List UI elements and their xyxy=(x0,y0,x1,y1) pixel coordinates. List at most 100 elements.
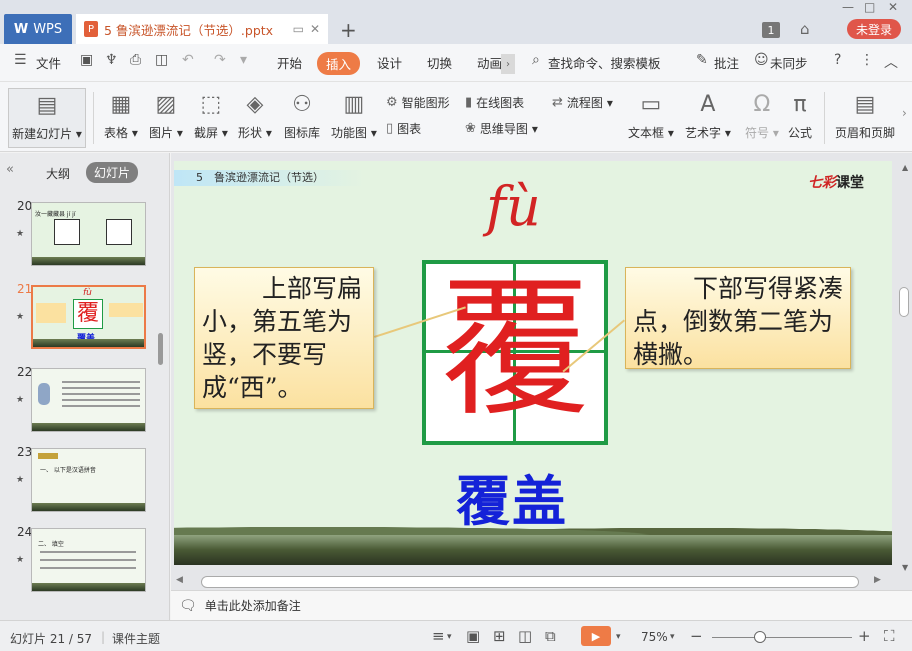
window-count-badge[interactable]: 1 xyxy=(762,22,780,38)
big-character: 覆 xyxy=(439,263,590,437)
chevron-down-icon[interactable]: ▾ xyxy=(670,632,675,642)
sync-status[interactable]: 未同步 xyxy=(770,53,808,72)
reading-view-icon[interactable]: ◫ xyxy=(518,627,532,645)
mind-map-button[interactable]: ❀ 思维导图 ▾ xyxy=(465,120,538,137)
chevron-down-icon[interactable]: ▾ xyxy=(447,632,452,642)
chevron-down-icon[interactable]: ▾ xyxy=(616,632,621,642)
chevron-right-icon[interactable]: › xyxy=(501,54,515,74)
play-slideshow-button[interactable]: ▶ xyxy=(581,626,611,646)
thumbnail-lines xyxy=(40,551,136,553)
format-painter-icon[interactable]: ♆ xyxy=(105,52,118,68)
more-quick-icon[interactable]: ▾ xyxy=(240,52,247,68)
tab-design[interactable]: 设计 xyxy=(377,53,402,72)
user-sync-icon[interactable]: ☺ xyxy=(754,52,769,68)
tab-insert[interactable]: 插入 xyxy=(317,52,361,75)
picture-button[interactable]: ▨ 图片 ▾ xyxy=(149,90,183,141)
search-icon[interactable]: ⌕ xyxy=(532,52,540,68)
online-chart-button[interactable]: ▮ 在线图表 xyxy=(465,94,524,111)
tab-animation[interactable]: 动画 xyxy=(477,53,502,72)
new-slide-label: 新建幻灯片 xyxy=(12,127,73,141)
flowchart-button[interactable]: ⇄ 流程图 ▾ xyxy=(552,94,613,111)
horizontal-scroll-thumb[interactable] xyxy=(201,576,859,588)
maximize-window-icon[interactable]: □ xyxy=(864,0,875,14)
restore-tab-icon[interactable]: ▭ xyxy=(293,22,304,36)
zoom-level[interactable]: 75% xyxy=(641,630,668,644)
function-graph-button[interactable]: ▥ 功能图 ▾ xyxy=(331,90,377,141)
thumbnail-scrollbar[interactable] xyxy=(158,333,163,365)
zoom-slider-handle[interactable] xyxy=(754,631,766,643)
presenter-view-icon[interactable]: ⧉ xyxy=(545,627,556,645)
thumbnail-image[interactable] xyxy=(31,368,146,432)
thumbnail-image[interactable]: 一、 以下是汉语拼音 xyxy=(31,448,146,512)
hamburger-menu-icon[interactable]: ☰ xyxy=(14,52,27,68)
ribbon-scroll-right-icon[interactable]: › xyxy=(902,106,907,120)
redo-icon[interactable]: ↷ xyxy=(214,52,226,68)
textbox-button[interactable]: ▭ 文本框 ▾ xyxy=(628,90,674,141)
comment-icon[interactable]: ✎ xyxy=(696,52,708,68)
skin-icon[interactable]: ⌂ xyxy=(800,19,810,39)
icon-library-button[interactable]: ⚇ 图标库 xyxy=(284,90,320,141)
undo-icon[interactable]: ↶ xyxy=(182,52,194,68)
notes-toggle-icon[interactable]: ≡ xyxy=(432,627,445,645)
word-art-button[interactable]: A 艺术字 ▾ xyxy=(685,90,731,141)
document-tab[interactable]: P 5 鲁滨逊漂流记（节选）.pptx ▭ ✕ xyxy=(76,14,328,44)
scroll-up-icon[interactable]: ▲ xyxy=(902,163,908,172)
comment-button[interactable]: 批注 xyxy=(714,53,739,72)
zoom-out-icon[interactable]: − xyxy=(690,627,703,645)
sorter-view-icon[interactable]: ⊞ xyxy=(493,627,506,645)
current-slide[interactable]: 5 鲁滨逊漂流记（节选） 七彩课堂 fù 覆 上部写扁小，第五笔为竖，不要写成“… xyxy=(174,161,892,565)
right-callout-note[interactable]: 下部写得紧凑点，倒数第二笔为横撇。 xyxy=(625,267,851,369)
file-menu[interactable]: 文件 xyxy=(36,53,61,72)
smart-art-button[interactable]: ⚙ 智能图形 xyxy=(386,94,450,111)
print-preview-icon[interactable]: ◫ xyxy=(155,52,168,68)
thumbnail-image[interactable]: fù 覆 覆盖 xyxy=(31,285,146,349)
help-icon[interactable]: ? xyxy=(834,52,841,68)
zoom-in-icon[interactable]: + xyxy=(858,627,871,645)
tab-slides[interactable]: 幻灯片 xyxy=(86,162,139,183)
slide-header: 5 鲁滨逊漂流记（节选） xyxy=(174,170,364,186)
wps-home-tab[interactable]: W WPS xyxy=(4,14,72,44)
thumbnail-image[interactable]: 汝一藏藏县 jí jí xyxy=(31,202,146,266)
new-slide-icon: ▤ xyxy=(36,93,58,118)
minimize-window-icon[interactable]: — xyxy=(842,0,854,14)
header-footer-button[interactable]: ▤ 页眉和页脚 xyxy=(835,90,895,141)
normal-view-icon[interactable]: ▣ xyxy=(466,627,480,645)
login-button[interactable]: 未登录 xyxy=(847,19,901,39)
thumbnail-landscape xyxy=(32,503,145,511)
vertical-scrollbar[interactable] xyxy=(899,287,909,317)
tab-start[interactable]: 开始 xyxy=(277,53,302,72)
close-tab-icon[interactable]: ✕ xyxy=(310,22,320,36)
search-command-input[interactable]: 查找命令、搜索模板 xyxy=(548,53,661,72)
scroll-down-icon[interactable]: ▼ xyxy=(902,563,908,572)
shape-button[interactable]: ◈ 形状 ▾ xyxy=(238,90,272,141)
thumbnail-number: 23 xyxy=(17,445,33,459)
left-callout-note[interactable]: 上部写扁小，第五笔为竖，不要写成“西”。 xyxy=(194,267,374,409)
thumbnail-landscape xyxy=(32,423,145,431)
notes-pane[interactable]: 🗨 单击此处添加备注 xyxy=(171,590,912,620)
theme-name[interactable]: 课件主题 xyxy=(112,630,160,647)
fit-window-icon[interactable]: ⛶ xyxy=(884,627,895,645)
pinyin-text[interactable]: fù xyxy=(486,175,541,238)
chart-button[interactable]: ▯ 图表 xyxy=(386,120,421,137)
save-icon[interactable]: ▣ xyxy=(80,52,93,68)
thumbnail-character: 覆 xyxy=(73,299,103,329)
tab-outline[interactable]: 大纲 xyxy=(46,165,70,182)
screenshot-button[interactable]: ⬚ 截屏 ▾ xyxy=(194,90,228,141)
character-grid[interactable]: 覆 xyxy=(422,260,608,445)
table-button[interactable]: ▦ 表格 ▾ xyxy=(104,90,138,141)
scroll-right-icon[interactable]: ▶ xyxy=(874,575,881,585)
collapse-panel-icon[interactable]: « xyxy=(6,162,14,177)
new-tab-button[interactable]: + xyxy=(340,18,357,42)
print-icon[interactable]: ⎙ xyxy=(130,52,141,68)
tab-transition[interactable]: 切换 xyxy=(427,53,452,72)
zoom-slider-track[interactable] xyxy=(712,637,852,638)
thumbnail-image[interactable]: 二、 填空 xyxy=(31,528,146,592)
symbol-button[interactable]: Ω 符号 ▾ xyxy=(745,90,779,141)
formula-button[interactable]: π 公式 xyxy=(788,90,812,141)
header-footer-label: 页眉和页脚 xyxy=(835,126,896,140)
close-window-icon[interactable]: ✕ xyxy=(888,0,898,14)
more-icon[interactable]: ⋮ xyxy=(860,52,874,68)
collapse-ribbon-icon[interactable]: ︿ xyxy=(884,52,898,72)
new-slide-button[interactable]: ▤ 新建幻灯片 ▾ xyxy=(8,88,86,148)
scroll-left-icon[interactable]: ◀ xyxy=(176,575,183,585)
